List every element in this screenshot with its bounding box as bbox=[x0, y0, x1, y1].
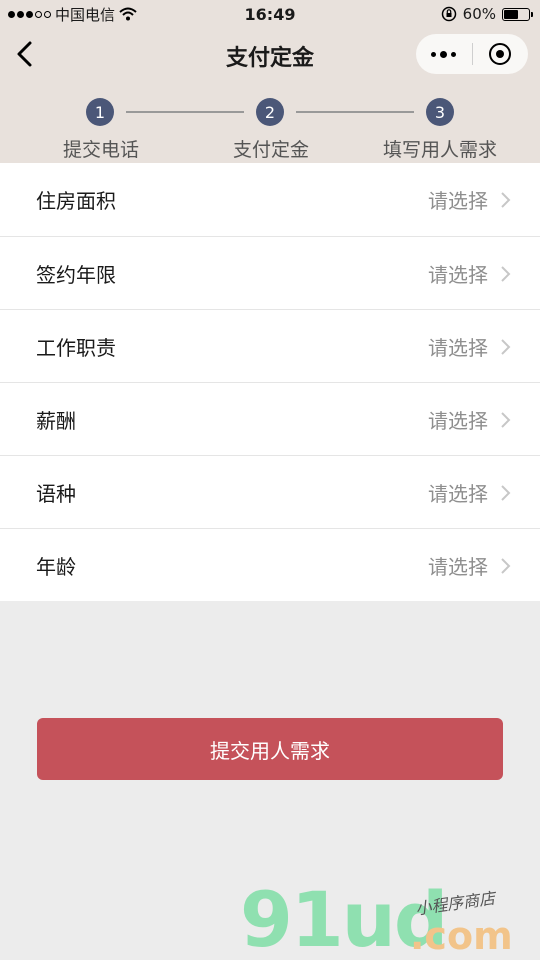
carrier-name: 中国电信 bbox=[55, 5, 116, 24]
form-row-salary[interactable]: 薪酬 请选择 bbox=[0, 382, 540, 455]
watermark-logo: 91ud .com 小程序商店 bbox=[240, 880, 540, 960]
step-connector bbox=[296, 111, 414, 113]
more-dot-icon bbox=[451, 51, 457, 57]
chevron-right-icon bbox=[501, 412, 511, 428]
step-1-number: 1 bbox=[86, 98, 114, 126]
chevron-right-icon bbox=[501, 558, 511, 574]
chevron-right-icon bbox=[501, 266, 511, 282]
nav-bar: 支付定金 bbox=[0, 28, 540, 80]
row-label: 语种 bbox=[36, 481, 76, 506]
row-label: 住房面积 bbox=[36, 189, 116, 213]
row-value: 请选择 bbox=[428, 554, 488, 579]
step-3-number: 3 bbox=[426, 98, 454, 126]
watermark-domain: .com bbox=[410, 914, 513, 958]
row-value: 请选择 bbox=[428, 262, 488, 287]
row-label: 签约年限 bbox=[36, 262, 116, 287]
orientation-lock-icon bbox=[441, 6, 456, 22]
step-3-label: 填写用人需求 bbox=[382, 139, 498, 161]
battery-level bbox=[504, 9, 518, 19]
form-row-contract-term[interactable]: 签约年限 请选择 bbox=[0, 236, 540, 309]
status-left: 中国电信 bbox=[8, 4, 137, 25]
more-dot-icon bbox=[431, 51, 437, 57]
submit-requirements-button[interactable]: 提交用人需求 bbox=[37, 718, 503, 780]
more-button[interactable] bbox=[416, 34, 472, 74]
battery-percent: 60% bbox=[462, 5, 496, 23]
step-2-number: 2 bbox=[256, 98, 284, 126]
row-label: 工作职责 bbox=[36, 335, 116, 360]
row-label: 年龄 bbox=[36, 554, 76, 579]
row-value: 请选择 bbox=[428, 335, 488, 360]
chevron-right-icon bbox=[501, 339, 511, 355]
form-row-housing-area[interactable]: 住房面积 请选择 bbox=[0, 163, 540, 236]
form-row-job-duties[interactable]: 工作职责 请选择 bbox=[0, 309, 540, 382]
step-connector bbox=[126, 111, 244, 113]
chevron-right-icon bbox=[501, 192, 511, 208]
step-1-label: 提交电话 bbox=[62, 139, 140, 161]
step-2-label: 支付定金 bbox=[232, 139, 310, 161]
mini-program-capsule bbox=[416, 34, 528, 74]
more-dot-icon bbox=[440, 50, 448, 58]
status-bar: 中国电信 16:49 60% bbox=[0, 0, 540, 28]
close-button[interactable] bbox=[472, 34, 528, 74]
row-label: 薪酬 bbox=[36, 408, 76, 433]
close-target-icon bbox=[489, 43, 512, 65]
form-row-age[interactable]: 年龄 请选择 bbox=[0, 528, 540, 601]
signal-strength-icon bbox=[8, 10, 51, 18]
wifi-icon bbox=[119, 7, 137, 21]
chevron-right-icon bbox=[501, 485, 511, 501]
row-value: 请选择 bbox=[428, 189, 488, 213]
step-indicator: 1 2 3 提交电话 支付定金 填写用人需求 bbox=[0, 80, 540, 163]
form-row-language[interactable]: 语种 请选择 bbox=[0, 455, 540, 528]
row-value: 请选择 bbox=[428, 408, 488, 433]
status-right: 60% bbox=[441, 5, 533, 23]
requirement-form: 住房面积 请选择 签约年限 请选择 工作职责 请选择 薪酬 请选择 语种 请选择… bbox=[0, 163, 540, 601]
row-value: 请选择 bbox=[428, 481, 488, 506]
battery-icon bbox=[502, 7, 533, 21]
